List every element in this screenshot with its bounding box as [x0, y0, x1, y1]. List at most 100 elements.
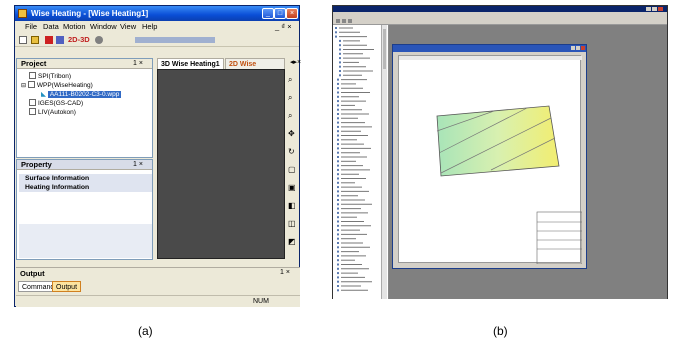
tab-output[interactable]: Output: [52, 281, 82, 292]
property-row-surface[interactable]: Surface Information: [19, 174, 152, 183]
close-button[interactable]: [658, 7, 663, 11]
maximize-button[interactable]: [652, 7, 657, 11]
minimize-button[interactable]: [646, 7, 651, 11]
tree-node-icon: [339, 74, 341, 77]
tree-node-icon: [337, 156, 339, 158]
tree-node-icon: [337, 168, 339, 171]
tree-node-icon: [337, 95, 339, 98]
project-pane-title: Project: [21, 59, 47, 68]
property-row-heating[interactable]: Heating Information: [19, 183, 152, 192]
tree-node-icon: [337, 199, 339, 201]
expand-minus-icon[interactable]: ⊟: [21, 83, 26, 89]
minimize-button[interactable]: _: [262, 8, 274, 19]
pan-icon[interactable]: ✥: [288, 129, 295, 138]
child-close-button[interactable]: [581, 46, 585, 50]
scrollbar-thumb[interactable]: [383, 29, 386, 69]
folder-icon: [27, 81, 35, 88]
caption-a: (a): [138, 324, 153, 338]
tree-node-icon: [339, 39, 341, 42]
rotate-icon[interactable]: ↻: [288, 147, 295, 156]
tree-node-icon: [337, 91, 339, 94]
open-folder-icon[interactable]: [31, 36, 39, 44]
tree-node-icon: [337, 125, 339, 128]
property-pane-title: Property: [21, 160, 52, 169]
close-button[interactable]: ×: [286, 8, 298, 19]
project-pane: Project 1 × SPI(Tribon) ⊟ WPP(WiseHeatin…: [16, 58, 153, 158]
tree-item-iges[interactable]: IGES(GS-CAD): [29, 99, 83, 108]
tree-node-icon: [337, 121, 339, 124]
help-icon[interactable]: [95, 36, 103, 44]
save-icon[interactable]: [348, 19, 352, 23]
side-view-icon[interactable]: ◧: [288, 201, 296, 210]
property-row-label: Heating Information: [25, 184, 90, 191]
stop-icon[interactable]: [45, 36, 53, 44]
project-pane-controls[interactable]: 1 ×: [133, 59, 143, 69]
output-pane-controls[interactable]: 1 ×: [280, 269, 290, 276]
tree-node-icon: [337, 246, 339, 249]
tree-node-icon: [337, 138, 339, 141]
tree-item-liv[interactable]: LIV(Autokon): [29, 108, 76, 117]
toggle-2d-3d-button[interactable]: 2D-3D: [68, 35, 90, 44]
maximize-button[interactable]: □: [274, 8, 286, 19]
property-pane-controls[interactable]: 1 ×: [133, 160, 143, 170]
new-file-icon[interactable]: [19, 36, 27, 44]
tree-node-icon: [337, 263, 339, 266]
tree-item-wpp-file[interactable]: ◣ AA111-B0202-C3-0.wpp: [41, 90, 122, 99]
tree-node-icon: [337, 207, 339, 210]
zoom-out-icon[interactable]: ⌕: [288, 93, 292, 103]
view-cube-icon[interactable]: ▢: [288, 165, 296, 174]
menu-help[interactable]: Help: [142, 22, 157, 31]
folder-icon: [29, 108, 36, 115]
menu-motion[interactable]: Motion: [63, 22, 86, 31]
child-minimize-button[interactable]: [571, 46, 575, 50]
tree-node-icon: [337, 164, 339, 167]
tree-node-icon: [337, 237, 339, 240]
menu-view[interactable]: View: [120, 22, 136, 31]
mdi-controls[interactable]: _ ₫ ×: [275, 22, 292, 31]
new-file-icon[interactable]: [336, 19, 340, 23]
tab-scroll-arrows[interactable]: ◂▸×: [290, 58, 301, 66]
tree-item-spi[interactable]: SPI(Tribon): [29, 72, 71, 81]
menu-data[interactable]: Data: [43, 22, 59, 31]
tree-node-icon: [337, 134, 339, 137]
caption-b: (b): [493, 324, 508, 338]
child-window-titlebar: [393, 45, 586, 52]
tree-item-label: LIV(Autokon): [38, 109, 76, 116]
tree-node-icon: [337, 190, 339, 193]
tree-node-icon: [337, 130, 339, 133]
tab-3d-view[interactable]: 3D Wise Heating1: [157, 58, 224, 69]
tree-node-icon: [337, 250, 339, 253]
zoom-in-icon[interactable]: ⌕: [288, 75, 292, 85]
tree-node-icon: [337, 224, 339, 227]
num-lock-indicator: NUM: [253, 298, 269, 305]
tree-node-icon: [337, 82, 339, 85]
menu-window[interactable]: Window: [90, 22, 117, 31]
menu-file[interactable]: File: [25, 22, 37, 31]
save-icon[interactable]: [56, 36, 64, 44]
window-title: Wise Heating - [Wise Heating1]: [31, 9, 149, 18]
toolbar: 2D-3D: [15, 33, 299, 47]
child-maximize-button[interactable]: [576, 46, 580, 50]
tree-node-icon: [335, 27, 337, 29]
folder-icon: [29, 99, 36, 106]
iso-view-icon[interactable]: ◩: [288, 237, 296, 246]
tab-2d-view[interactable]: 2D Wise Heating1: [225, 58, 285, 79]
tree-item-label: WPP(WiseHeating): [36, 82, 93, 89]
3d-viewport[interactable]: [157, 69, 285, 259]
top-view-icon[interactable]: ◫: [288, 219, 296, 228]
tree-node-icon: [337, 242, 339, 244]
tree-item-label: SPI(Tribon): [38, 73, 71, 80]
disabled-tool-icons: [135, 37, 215, 43]
tree-node-icon: [337, 100, 339, 103]
tree-item-wpp[interactable]: ⊟ WPP(WiseHeating): [21, 81, 93, 90]
front-view-icon[interactable]: ▣: [288, 183, 296, 192]
tree-node-icon: [339, 48, 341, 51]
open-folder-icon[interactable]: [342, 19, 346, 23]
zoom-fit-icon[interactable]: ⌕: [288, 111, 292, 121]
tree-node-icon: [339, 65, 341, 68]
drawing-canvas[interactable]: [398, 55, 583, 265]
tree-node-icon: [335, 35, 337, 38]
tree-scrollbar[interactable]: [381, 25, 387, 299]
tree-node-icon: [337, 272, 339, 275]
drawing-child-window: [392, 44, 587, 269]
